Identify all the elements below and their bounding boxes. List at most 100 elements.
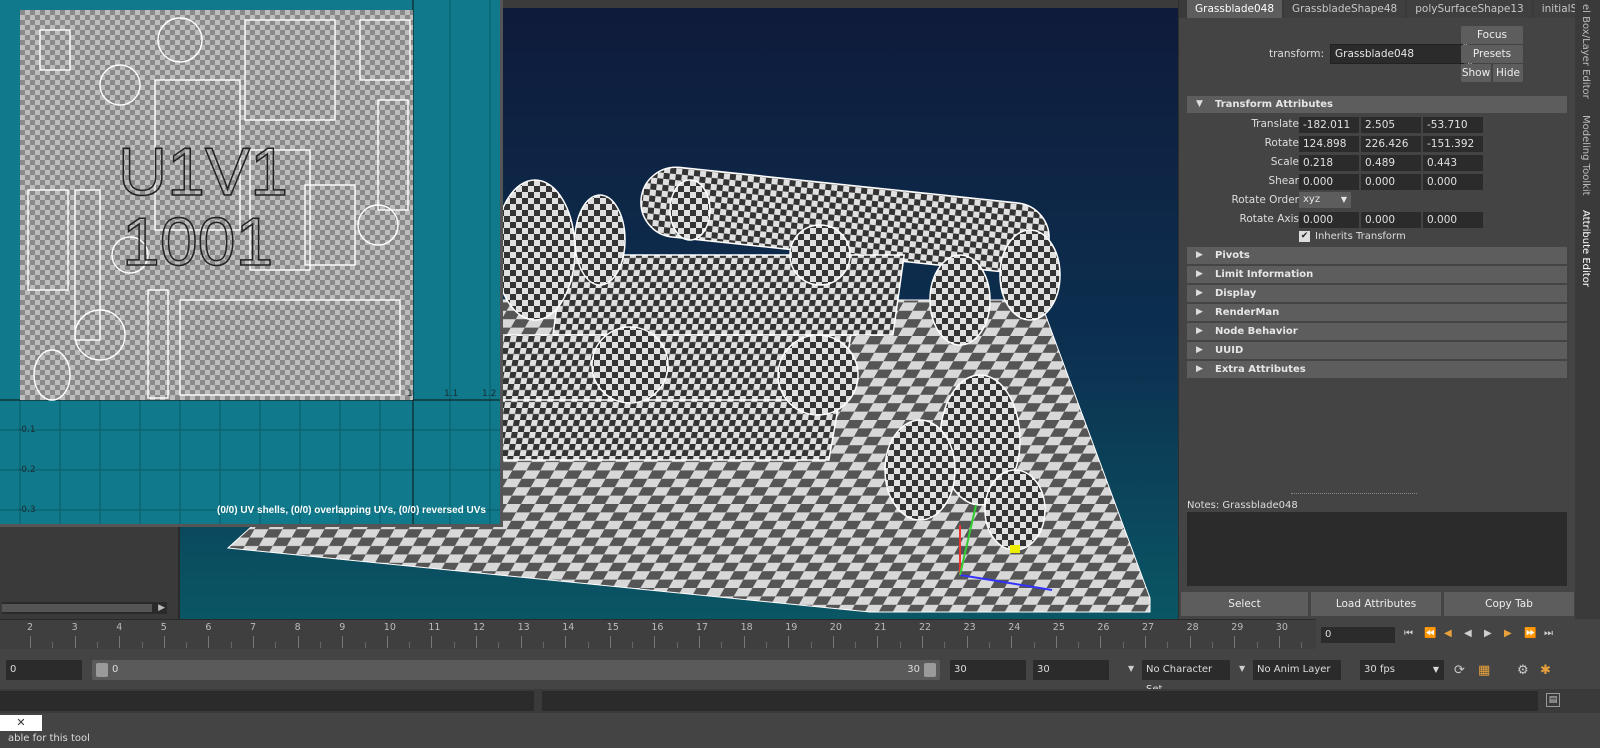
uv-tile-text-1: U1V1 [118,134,288,210]
section-extra-attributes[interactable]: ▶ Extra Attributes [1187,361,1567,378]
scroll-right-icon[interactable]: ▶ [158,602,165,614]
timeline-tick-label: 23 [963,622,976,633]
section-transform-attributes[interactable]: ▼ Transform Attributes [1187,96,1567,113]
help-text: able for this tool [8,733,90,744]
transform-name-field[interactable]: Grassblade048 [1330,44,1465,64]
animation-preferences-icon[interactable]: ⚙ [1517,663,1529,678]
outliner-panel[interactable]: ▶ [0,516,180,632]
horizontal-scrollbar[interactable]: ▶ [2,602,167,614]
timeline-minor-tick [1301,642,1303,648]
rotate-axis-y-field[interactable]: 0.000 [1361,212,1421,228]
range-end-label: 30 [907,664,920,675]
tab-modeling-toolkit[interactable]: Modeling Toolkit [1580,115,1591,196]
timeline-tick-label: 9 [339,622,346,633]
rotate-axis-z-field[interactable]: 0.000 [1423,212,1483,228]
timeline-tick-label: 11 [428,622,441,633]
section-display[interactable]: ▶ Display [1187,285,1567,302]
command-line-input[interactable] [0,691,534,711]
range-start-handle[interactable] [96,663,108,677]
character-set-dropdown[interactable]: No Character Set [1142,660,1230,695]
playback-end-field[interactable]: 30 [950,660,1026,680]
loop-icon[interactable]: ⟳ [1454,663,1465,678]
translate-z-field[interactable]: -53.710 [1423,117,1483,133]
step-forward-frame-icon[interactable]: ⏩ [1524,628,1536,639]
close-icon[interactable]: ✕ [0,715,42,731]
anim-layer-chevron-icon[interactable]: ▼ [1239,664,1245,673]
auto-key-icon[interactable]: ✱ [1540,663,1551,678]
timeline-tick [1055,636,1057,648]
section-uuid[interactable]: ▶ UUID [1187,342,1567,359]
section-renderman[interactable]: ▶ RenderMan [1187,304,1567,321]
timeline-minor-tick [1167,642,1169,648]
scrollbar-thumb[interactable] [2,604,152,612]
script-editor-icon[interactable]: ▤ [1546,693,1560,707]
tab-attribute-editor[interactable]: Attribute Editor [1580,210,1591,287]
anim-layer-dropdown[interactable]: No Anim Layer [1253,660,1341,680]
fps-dropdown[interactable]: 30 fps ▼ [1360,660,1444,680]
character-set-chevron-icon[interactable]: ▼ [1128,664,1134,673]
copy-tab-button[interactable]: Copy Tab [1444,592,1574,616]
timeline-minor-tick [453,642,455,648]
scale-x-field[interactable]: 0.218 [1299,155,1359,171]
tab-grassblade048[interactable]: Grassblade048 [1187,0,1283,18]
uv-tile-text-2: 1001 [122,204,273,280]
focus-button[interactable]: Focus [1461,26,1523,44]
cache-playback-icon[interactable]: ▦ [1478,663,1490,678]
shear-y-field[interactable]: 0.000 [1361,174,1421,190]
scale-z-field[interactable]: 0.443 [1423,155,1483,171]
hide-button[interactable]: Hide [1493,64,1523,82]
timeline-tick [788,636,790,648]
rotate-x-field[interactable]: 124.898 [1299,136,1359,152]
timeline-tick-label: 29 [1231,622,1244,633]
play-forwards-icon[interactable]: ▶ [1484,628,1492,639]
section-node-behavior[interactable]: ▶ Node Behavior [1187,323,1567,340]
section-label: Transform Attributes [1215,99,1333,110]
scale-y-field[interactable]: 0.489 [1361,155,1421,171]
current-frame-field[interactable]: 0 [1321,627,1395,643]
rotate-y-field[interactable]: 226.426 [1361,136,1421,152]
tab-channel-box-layer-editor[interactable]: el Box/Layer Editor [1580,4,1591,99]
section-pivots[interactable]: ▶ Pivots [1187,247,1567,264]
animation-start-field[interactable]: 0 [6,660,82,680]
shear-x-field[interactable]: 0.000 [1299,174,1359,190]
translate-y-field[interactable]: 2.505 [1361,117,1421,133]
collapsed-triangle-icon: ▶ [1196,307,1203,317]
expanded-triangle-icon: ▼ [1196,99,1203,109]
timeline-tick-label: 16 [651,622,664,633]
uv-editor[interactable]: U1V1 1001 1 1.1 1.2 -0.1 -0.2 -0.3 (0/0)… [0,0,503,527]
timeline-tick [1011,636,1013,648]
tab-poly-surface-shape13[interactable]: polySurfaceShape13 [1407,0,1532,18]
command-line-row: ▤ [0,689,1600,713]
step-back-frame-icon[interactable]: ⏪ [1424,628,1436,639]
collapsed-triangle-icon: ▶ [1196,326,1203,336]
shear-z-field[interactable]: 0.000 [1423,174,1483,190]
presets-button[interactable]: Presets [1461,45,1523,63]
uv-grid[interactable]: U1V1 1001 [0,0,500,524]
notes-resize-handle[interactable] [1291,493,1417,495]
notes-textarea[interactable] [1187,512,1567,586]
section-limit-information[interactable]: ▶ Limit Information [1187,266,1567,283]
range-slider[interactable]: 0 30 [92,660,940,680]
shear-label: Shear [1268,175,1299,187]
tab-grassblade-shape48[interactable]: GrassbladeShape48 [1284,0,1406,18]
inherits-transform-checkbox[interactable]: ✔ [1299,231,1310,242]
range-end-handle[interactable] [924,663,936,677]
select-button[interactable]: Select [1181,592,1308,616]
step-forward-key-icon[interactable]: ▶ [1504,628,1512,639]
step-back-key-icon[interactable]: ◀ [1444,628,1452,639]
timeline-tick [208,636,210,648]
show-button[interactable]: Show [1461,64,1491,82]
rotate-axis-x-field[interactable]: 0.000 [1299,212,1359,228]
translate-x-field[interactable]: -182.011 [1299,117,1359,133]
play-backwards-icon[interactable]: ◀ [1464,628,1472,639]
animation-end-field[interactable]: 30 [1033,660,1109,680]
go-to-end-icon[interactable]: ⏭ [1544,628,1553,639]
collapsed-triangle-icon: ▶ [1196,269,1203,279]
collapsed-triangle-icon: ▶ [1196,250,1203,260]
load-attributes-button[interactable]: Load Attributes [1311,592,1441,616]
rotate-z-field[interactable]: -151.392 [1423,136,1483,152]
go-to-start-icon[interactable]: ⏮ [1404,628,1413,639]
time-slider[interactable]: 2 3 4 5 6 7 8 9 10 11 12 13 14 15 16 17 18 19 20 21 22 23 24 25… [0,619,1316,649]
rotate-order-dropdown[interactable]: xyz ▼ [1299,192,1351,208]
fps-value: 30 fps [1364,664,1395,675]
